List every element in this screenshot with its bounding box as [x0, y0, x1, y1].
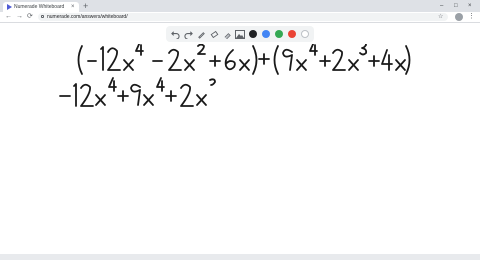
url-text: numerade.com/answers/whiteboard/ — [47, 14, 128, 20]
address-bar[interactable]: numerade.com/answers/whiteboard/ ☆ — [38, 13, 448, 21]
reload-button[interactable]: ⟳ — [27, 12, 33, 22]
bottom-bar — [0, 254, 480, 260]
color-blue-swatch[interactable] — [261, 29, 271, 39]
bookmark-star-icon[interactable]: ☆ — [438, 13, 443, 21]
color-black-swatch[interactable] — [248, 29, 258, 39]
highlighter-icon[interactable] — [222, 29, 232, 39]
color-red-swatch[interactable] — [287, 29, 297, 39]
handwriting-line-2 — [59, 77, 216, 107]
redo-icon[interactable] — [183, 29, 193, 39]
close-window-button[interactable]: × — [468, 1, 472, 11]
browser-menu-icon[interactable]: ⋮ — [468, 12, 475, 22]
handwriting-line-1 — [77, 41, 411, 75]
color-white-swatch[interactable] — [300, 29, 310, 39]
back-button[interactable]: ← — [5, 12, 12, 22]
minimize-button[interactable]: – — [440, 1, 443, 11]
color-green-swatch[interactable] — [274, 29, 284, 39]
profile-avatar[interactable] — [455, 13, 463, 21]
new-tab-button[interactable]: + — [83, 1, 88, 11]
tab-close-icon[interactable]: × — [71, 2, 75, 12]
whiteboard-canvas[interactable] — [0, 41, 480, 260]
tab-title: Numerade Whiteboard — [14, 4, 65, 10]
browser-tab[interactable]: Numerade Whiteboard × — [3, 2, 79, 12]
image-icon[interactable] — [234, 29, 245, 39]
browser-toolbar: ← → ⟳ numerade.com/answers/whiteboard/ ☆… — [0, 12, 480, 23]
whiteboard-toolbar — [166, 26, 314, 42]
numerade-favicon-icon — [7, 4, 12, 10]
tab-strip: Numerade Whiteboard × + – □ × — [0, 0, 480, 12]
handwriting-layer — [59, 41, 411, 107]
undo-icon[interactable] — [170, 29, 180, 39]
eraser-icon[interactable] — [209, 29, 219, 39]
forward-button[interactable]: → — [16, 12, 23, 22]
maximize-button[interactable]: □ — [454, 1, 458, 11]
lock-icon — [41, 15, 44, 18]
pen-icon[interactable] — [196, 29, 206, 39]
